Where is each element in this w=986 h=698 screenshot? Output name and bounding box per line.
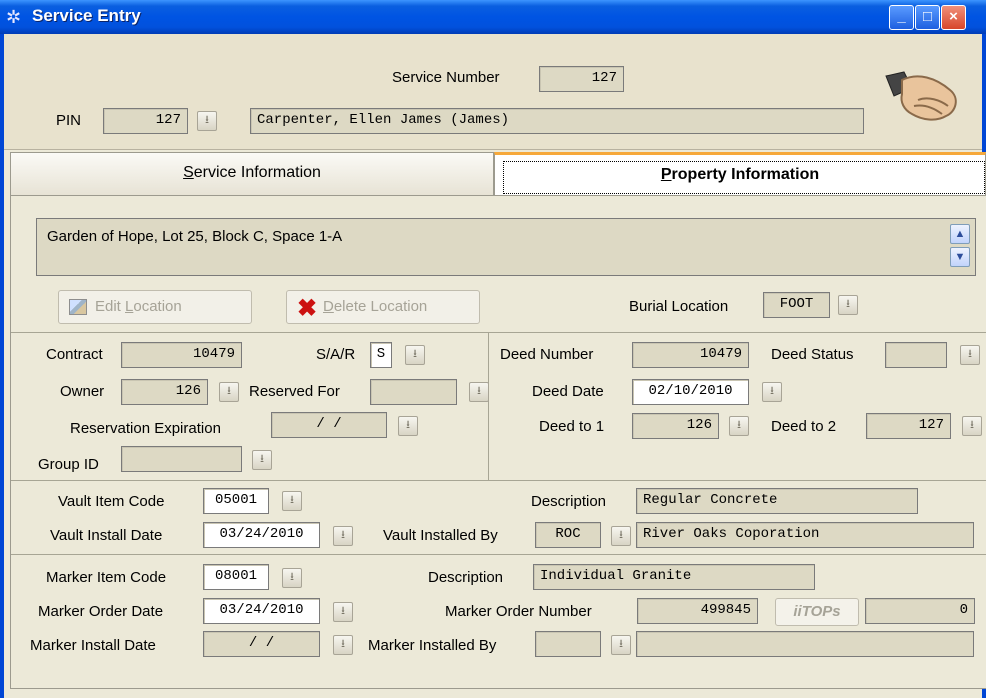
marker-order-number-field[interactable]: 499845	[637, 598, 758, 624]
location-memo[interactable]: Garden of Hope, Lot 25, Block C, Space 1…	[36, 218, 976, 276]
minimize-button[interactable]: _	[889, 5, 914, 30]
reserved-for-lookup-icon[interactable]: ⭳	[469, 382, 489, 402]
service-number-field[interactable]: 127	[539, 66, 624, 92]
contract-field[interactable]: 10479	[121, 342, 242, 368]
deed-to-1-lookup-icon[interactable]: ⭳	[729, 416, 749, 436]
maximize-button[interactable]: □	[915, 5, 940, 30]
marker-item-code-label: Marker Item Code	[46, 569, 167, 586]
deed-to-2-lookup-icon[interactable]: ⭳	[962, 416, 982, 436]
contract-label: Contract	[46, 346, 103, 363]
vault-item-code-label: Vault Item Code	[58, 493, 165, 510]
service-number-label: Service Number	[392, 69, 500, 86]
burial-location-field[interactable]: FOOT	[763, 292, 830, 318]
delete-x-icon: ✖	[297, 295, 318, 322]
divider	[488, 333, 489, 480]
vault-item-code-lookup-icon[interactable]: ⭳	[282, 491, 302, 511]
owner-field[interactable]: 126	[121, 379, 208, 405]
vault-install-date-field[interactable]: 03/24/2010	[203, 522, 320, 548]
app-icon: ✲	[6, 7, 22, 27]
marker-install-date-lookup-icon[interactable]: ⭳	[333, 635, 353, 655]
deed-date-label: Deed Date	[532, 383, 604, 400]
close-button[interactable]: ×	[941, 5, 966, 30]
scroll-up-icon[interactable]: ▲	[950, 224, 970, 244]
marker-installed-by-name-field[interactable]	[636, 631, 974, 657]
marker-order-date-lookup-icon[interactable]: ⭳	[333, 602, 353, 622]
marker-item-code-lookup-icon[interactable]: ⭳	[282, 568, 302, 588]
owner-lookup-icon[interactable]: ⭳	[219, 382, 239, 402]
tab-property-information[interactable]: Property Information	[494, 152, 986, 196]
vault-installed-by-name-field[interactable]: River Oaks Coporation	[636, 522, 974, 548]
tab-service-information[interactable]: Service Information	[10, 152, 494, 196]
deed-status-label: Deed Status	[771, 346, 854, 363]
vault-installed-by-code-field[interactable]: ROC	[535, 522, 601, 548]
marker-description-label: Description	[428, 569, 504, 586]
marker-installed-by-lookup-icon[interactable]: ⭳	[611, 635, 631, 655]
reserved-for-field[interactable]	[370, 379, 457, 405]
deed-date-field[interactable]: 02/10/2010	[632, 379, 749, 405]
edit-location-label-post: ocation	[133, 298, 182, 315]
burial-location-lookup-icon[interactable]: ⭳	[838, 295, 858, 315]
deed-status-field[interactable]	[885, 342, 947, 368]
pin-lookup-icon[interactable]: ⭳	[197, 111, 217, 131]
reservation-expiration-field[interactable]: / /	[271, 412, 387, 438]
deed-to-1-label: Deed to 1	[539, 418, 605, 435]
vault-installed-by-lookup-icon[interactable]: ⭳	[611, 526, 631, 546]
deed-date-lookup-icon[interactable]: ⭳	[762, 382, 782, 402]
marker-install-date-field[interactable]: / /	[203, 631, 320, 657]
vault-install-date-label: Vault Install Date	[50, 527, 163, 544]
burial-location-label: Burial Location	[629, 298, 729, 315]
delete-location-button[interactable]: ✖ Delete Location	[286, 290, 480, 324]
reserved-for-label: Reserved For	[249, 383, 340, 400]
marker-order-date-label: Marker Order Date	[38, 603, 164, 620]
marker-description-field[interactable]: Individual Granite	[533, 564, 815, 590]
deed-to-1-field[interactable]: 126	[632, 413, 719, 439]
deed-to-2-label: Deed to 2	[771, 418, 837, 435]
sar-field[interactable]: S	[370, 342, 392, 368]
vault-description-field[interactable]: Regular Concrete	[636, 488, 918, 514]
group-id-label: Group ID	[38, 456, 99, 473]
window-title: Service Entry	[32, 6, 141, 25]
hand-icon	[885, 71, 957, 121]
tab-service-label: ervice Information	[193, 164, 321, 181]
tab-service-mnemonic: S	[183, 164, 194, 181]
marker-install-date-label: Marker Install Date	[30, 637, 156, 654]
group-id-lookup-icon[interactable]: ⭳	[252, 450, 272, 470]
tab-focus-rect	[503, 161, 985, 194]
divider	[11, 332, 986, 333]
group-id-field[interactable]	[121, 446, 242, 472]
vault-item-code-field[interactable]: 05001	[203, 488, 269, 514]
itops-value-field[interactable]: 0	[865, 598, 975, 624]
deed-to-2-field[interactable]: 127	[866, 413, 951, 439]
pin-field[interactable]: 127	[103, 108, 188, 134]
reservation-expiration-lookup-icon[interactable]: ⭳	[398, 416, 418, 436]
scroll-down-icon[interactable]: ▼	[950, 247, 970, 267]
person-name-field[interactable]: Carpenter, Ellen James (James)	[250, 108, 864, 134]
marker-installed-by-code-field[interactable]	[535, 631, 601, 657]
pin-label: PIN	[56, 112, 82, 129]
delete-location-label-post: elete Location	[333, 298, 428, 315]
marker-installed-by-label: Marker Installed By	[368, 637, 497, 654]
delete-location-mnemonic: D	[323, 298, 334, 315]
deed-status-lookup-icon[interactable]: ⭳	[960, 345, 980, 365]
itops-button[interactable]: iiTOPs	[775, 598, 859, 626]
deed-number-field[interactable]: 10479	[632, 342, 749, 368]
divider	[11, 480, 986, 481]
title-bar[interactable]	[0, 0, 986, 34]
vault-description-label: Description	[531, 493, 607, 510]
reservation-expiration-label: Reservation Expiration	[70, 420, 221, 437]
marker-order-number-label: Marker Order Number	[445, 603, 592, 620]
marker-order-date-field[interactable]: 03/24/2010	[203, 598, 320, 624]
vault-installed-by-label: Vault Installed By	[383, 527, 498, 544]
marker-item-code-field[interactable]: 08001	[203, 564, 269, 590]
edit-location-button[interactable]: Edit Location	[58, 290, 252, 324]
sar-label: S/A/R	[316, 346, 356, 363]
sar-lookup-icon[interactable]: ⭳	[405, 345, 425, 365]
owner-label: Owner	[60, 383, 105, 400]
edit-location-label-pre: Edit	[95, 298, 126, 315]
deed-number-label: Deed Number	[500, 346, 594, 363]
vault-install-date-lookup-icon[interactable]: ⭳	[333, 526, 353, 546]
divider	[11, 554, 986, 555]
location-text: Garden of Hope, Lot 25, Block C, Space 1…	[47, 228, 343, 245]
edit-location-icon	[69, 299, 87, 315]
